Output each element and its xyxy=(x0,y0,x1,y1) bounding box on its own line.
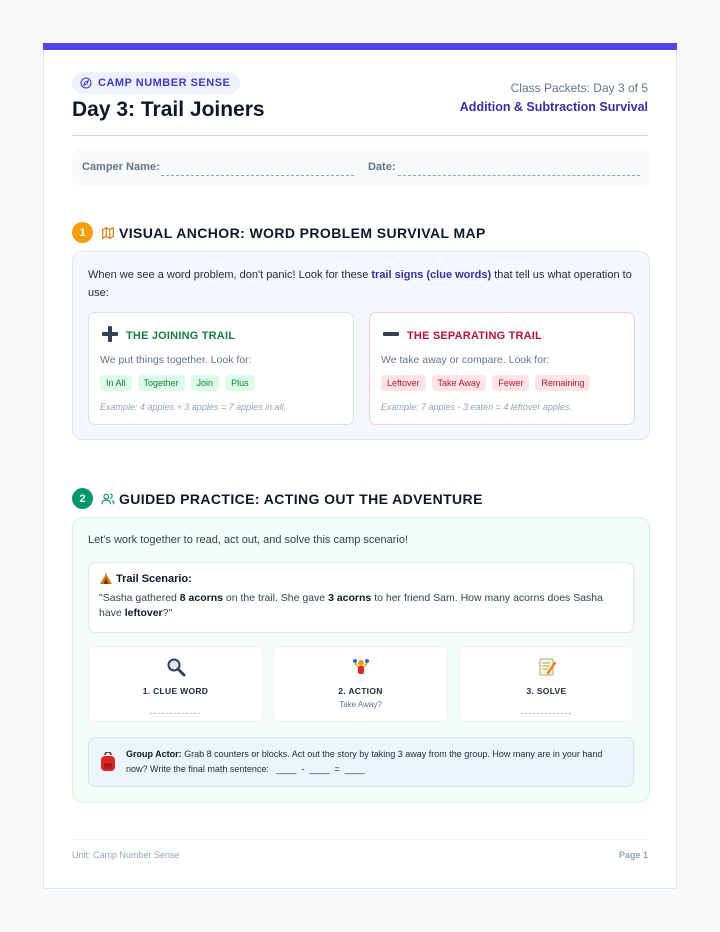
worksheet-page: CAMP NUMBER SENSE Day 3: Trail Joiners C… xyxy=(43,43,677,889)
name-field[interactable] xyxy=(161,175,354,176)
step-label: 1. CLUE WORD xyxy=(142,686,209,696)
page-title: Day 3: Trail Joiners xyxy=(72,98,265,121)
answer-blank[interactable]: ------------- xyxy=(89,708,262,718)
clue-chip: Fewer xyxy=(492,375,530,391)
map-icon xyxy=(102,226,114,239)
footer-unit: Unit: Camp Number Sense xyxy=(72,850,180,860)
plus-icon xyxy=(102,326,118,342)
clue-chip: Take Away xyxy=(431,375,487,391)
minus-icon xyxy=(383,332,399,336)
header-divider xyxy=(72,135,648,136)
answer-blank[interactable]: ------------- xyxy=(460,708,633,718)
clue-chip: Plus xyxy=(225,375,255,391)
separating-example: Example: 7 apples - 3 eaten = 4 leftover… xyxy=(381,402,572,412)
separating-clue-words: Leftover Take Away Fewer Remaining xyxy=(381,375,591,391)
survival-map-panel: When we see a word problem, don't panic!… xyxy=(72,251,650,440)
memo-icon xyxy=(539,658,556,676)
unit-badge: CAMP NUMBER SENSE xyxy=(72,72,241,94)
top-accent-bar xyxy=(43,43,677,50)
users-icon xyxy=(101,492,115,504)
magnifier-icon xyxy=(167,658,185,677)
clue-words-highlight: trail signs (clue words) xyxy=(371,269,492,281)
clue-chip: Together xyxy=(137,375,185,391)
step-label: 2. ACTION xyxy=(338,686,383,696)
joining-trail-desc: We put things together. Look for: xyxy=(100,354,252,366)
backpack-icon xyxy=(101,752,115,771)
compass-icon xyxy=(80,77,92,89)
name-date-box: Camper Name: Date: xyxy=(72,148,650,186)
joining-trail-title: THE JOINING TRAIL xyxy=(126,330,236,342)
tent-icon xyxy=(100,573,112,584)
date-label: Date: xyxy=(368,161,396,173)
name-label: Camper Name: xyxy=(82,161,160,173)
section1-title: VISUAL ANCHOR: WORD PROBLEM SURVIVAL MAP xyxy=(119,224,486,241)
step-solve: 3. SOLVE ------------- xyxy=(459,646,634,722)
badge-label: CAMP NUMBER SENSE xyxy=(98,77,231,89)
separating-trail-desc: We take away or compare. Look for: xyxy=(381,354,550,366)
separating-trail-title: THE SEPARATING TRAIL xyxy=(407,330,542,342)
section1-number: 1 xyxy=(72,222,93,243)
guided-practice-panel: Let's work together to read, act out, an… xyxy=(72,517,650,802)
clue-chip: Leftover xyxy=(381,375,426,391)
step-label: 3. SOLVE xyxy=(526,686,567,696)
date-field[interactable] xyxy=(398,175,640,176)
section2-title: GUIDED PRACTICE: ACTING OUT THE ADVENTUR… xyxy=(119,490,483,507)
separating-trail-card: THE SEPARATING TRAIL We take away or com… xyxy=(369,312,635,425)
page-subtitle: Addition & Subtraction Survival xyxy=(459,100,648,114)
clue-chip: Remaining xyxy=(535,375,591,391)
section2-number: 2 xyxy=(72,488,93,509)
section2-header: 2 GUIDED PRACTICE: ACTING OUT THE ADVENT… xyxy=(72,488,483,509)
footer-divider xyxy=(72,839,648,840)
section1-intro: When we see a word problem, don't panic!… xyxy=(88,269,632,299)
scenario-text: "Sasha gathered 8 acorns on the trail. S… xyxy=(99,592,603,619)
step-hint: Take Away? xyxy=(339,700,382,709)
group-actor-box: Group Actor: Grab 8 counters or blocks. … xyxy=(88,737,634,787)
joining-clue-words: In All Together Join Plus xyxy=(100,375,255,391)
clue-chip: Join xyxy=(190,375,220,391)
group-actor-instructions: Group Actor: Grab 8 counters or blocks. … xyxy=(126,749,603,774)
scenario-card: Trail Scenario: "Sasha gathered 8 acorns… xyxy=(88,562,634,633)
joining-example: Example: 4 apples + 3 apples = 7 apples … xyxy=(100,402,287,412)
clue-chip: In All xyxy=(100,375,132,391)
step-action: 2. ACTION Take Away? xyxy=(273,646,448,722)
section2-intro: Let's work together to read, act out, an… xyxy=(88,534,409,546)
footer-page-number: Page 1 xyxy=(618,850,648,860)
step-clue-word: 1. CLUE WORD ------------- xyxy=(88,646,263,722)
section1-header: 1 VISUAL ANCHOR: WORD PROBLEM SURVIVAL M… xyxy=(72,222,486,243)
math-sentence-blanks[interactable]: ____ - ____ = ____ xyxy=(276,764,364,774)
packet-info: Class Packets: Day 3 of 5 xyxy=(510,81,648,95)
scenario-title: Trail Scenario: xyxy=(99,573,192,585)
juggling-icon xyxy=(352,659,369,674)
joining-trail-card: THE JOINING TRAIL We put things together… xyxy=(88,312,354,425)
